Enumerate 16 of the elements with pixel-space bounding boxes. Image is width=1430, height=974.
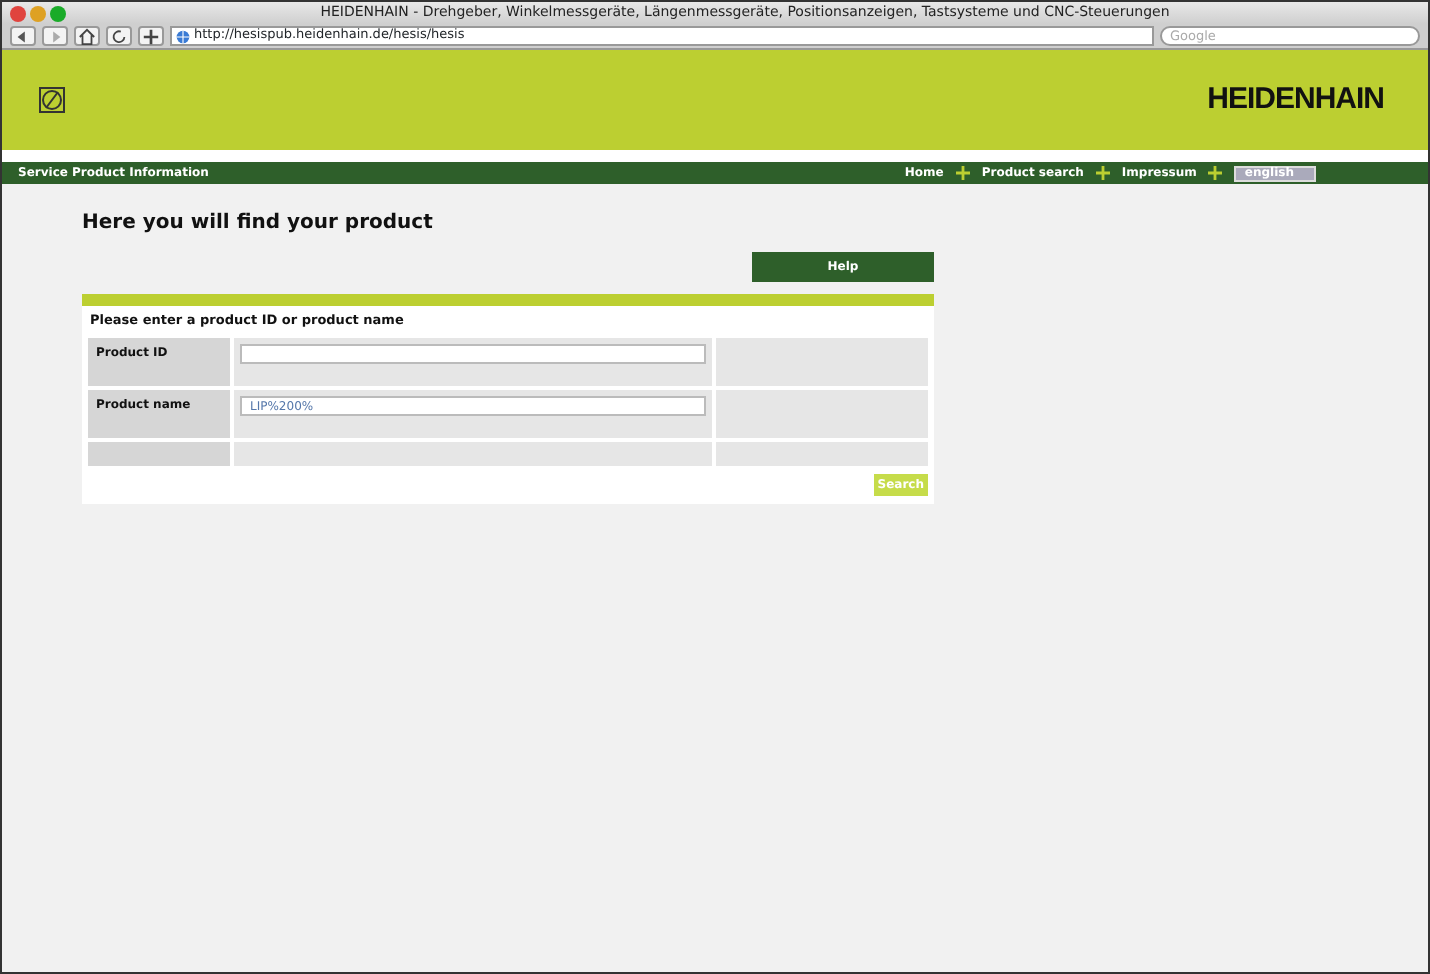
new-tab-button[interactable]	[138, 26, 164, 46]
brand-name: HEIDENHAIN	[1207, 79, 1384, 120]
home-button[interactable]	[74, 26, 100, 46]
back-button[interactable]	[10, 26, 36, 46]
page-heading: Here you will find your product	[82, 210, 435, 238]
text-field[interactable]	[240, 344, 706, 365]
plus-icon	[1208, 166, 1223, 180]
globe-icon	[176, 29, 190, 43]
plus-icon	[955, 166, 970, 180]
reload-button[interactable]	[106, 26, 132, 46]
plus-icon	[142, 27, 160, 45]
reload-icon	[110, 27, 128, 45]
table-cell	[88, 441, 230, 466]
logo-icon	[38, 86, 66, 114]
home-icon	[78, 27, 96, 45]
plus-icon	[1095, 166, 1110, 180]
